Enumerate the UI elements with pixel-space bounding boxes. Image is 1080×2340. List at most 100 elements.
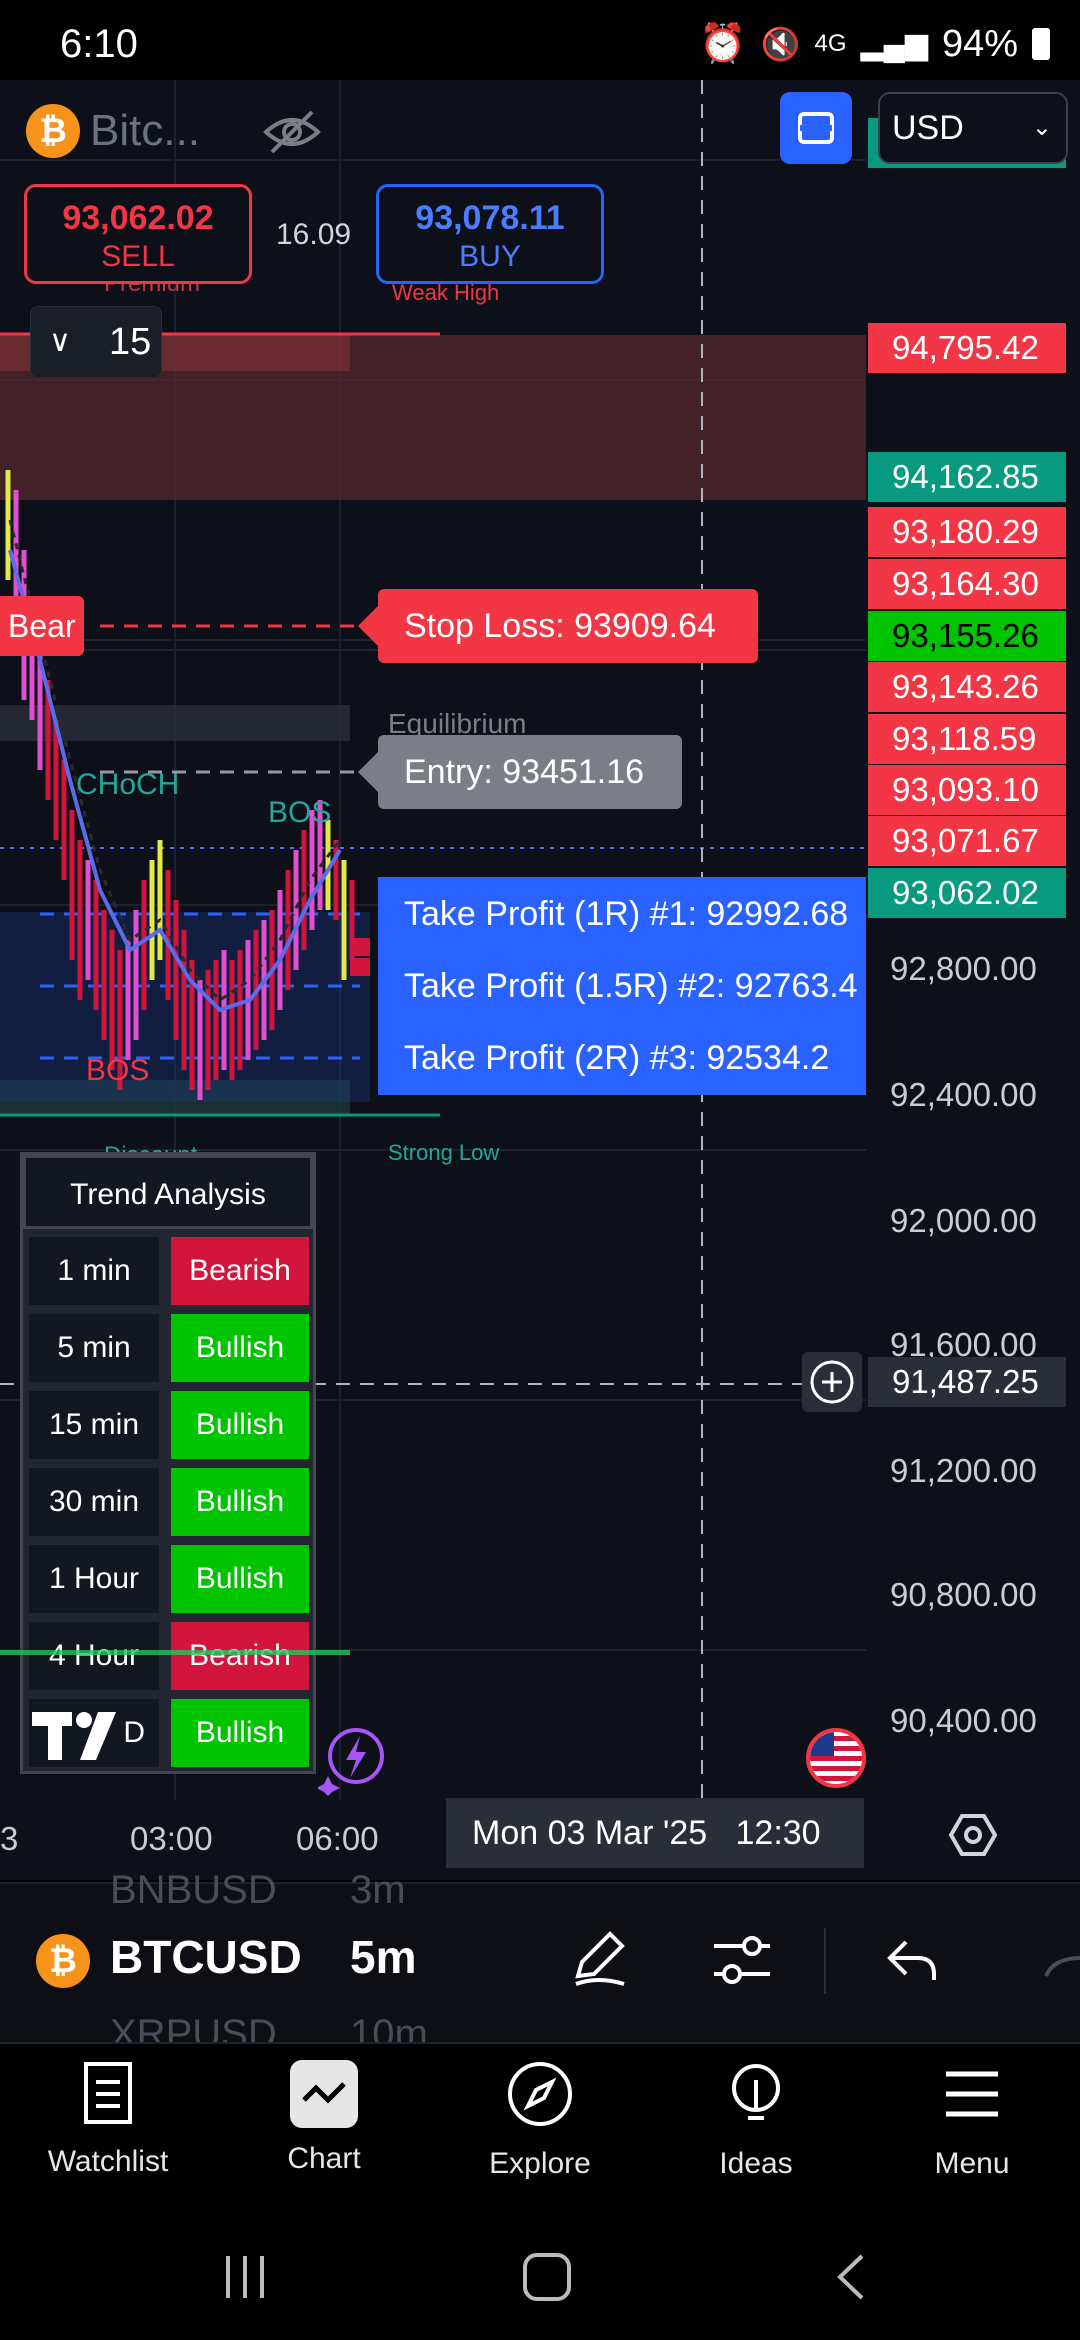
crosshair-time-label: Mon 03 Mar '25 12:30 xyxy=(446,1798,864,1868)
trend-status: Bullish xyxy=(171,1545,309,1613)
ma-line-overlay xyxy=(0,1650,350,1655)
symbol-title[interactable]: Bitc... xyxy=(90,106,200,156)
us-flag-icon[interactable] xyxy=(806,1728,866,1788)
trend-status: Bullish xyxy=(171,1699,309,1767)
price-tag: 94,795.42 xyxy=(868,323,1066,373)
trend-row: 4 Hour Bearish xyxy=(29,1622,309,1690)
bitcoin-coin-icon: ₿ xyxy=(36,1934,90,1988)
bos-top-label: BOS xyxy=(268,796,332,829)
crosshair-price-label: 91,487.25 xyxy=(868,1357,1066,1407)
chevron-down-icon: ∨ xyxy=(49,325,71,358)
redo-icon[interactable] xyxy=(1034,1948,1080,1993)
lightbulb-icon xyxy=(732,2064,780,2120)
trend-timeframe: 5 min xyxy=(29,1314,159,1382)
chart-icon xyxy=(290,2060,358,2128)
time-tick: 03:00 xyxy=(130,1820,213,1857)
trend-timeframe: 1 min xyxy=(29,1237,159,1305)
menu-icon xyxy=(946,2071,998,2117)
spread-value: 16.09 xyxy=(276,218,352,251)
currency-select[interactable]: USD ⌄ xyxy=(878,92,1068,164)
undo-icon[interactable] xyxy=(884,1936,940,1989)
entry-label[interactable]: Entry: 93451.16 xyxy=(358,735,682,809)
trend-timeframe: 1 Hour xyxy=(29,1545,159,1613)
sell-label: SELL xyxy=(101,240,175,273)
nav-label: Chart xyxy=(287,2142,361,2175)
price-level-92800: 92,800.00 xyxy=(890,950,1037,987)
price-level-90400: 90,400.00 xyxy=(890,1702,1037,1739)
trend-status: Bullish xyxy=(171,1391,309,1459)
network-type: 4G xyxy=(814,30,847,57)
buy-label: BUY xyxy=(459,240,521,273)
trend-timeframe: 15 min xyxy=(29,1391,159,1459)
time-tick: 3 xyxy=(0,1820,19,1857)
tradingview-logo-icon[interactable] xyxy=(32,1708,132,1769)
home-icon[interactable] xyxy=(520,2250,574,2309)
strong-low-label: Strong Low xyxy=(388,1140,500,1165)
price-tag: 93,143.26 xyxy=(868,662,1066,712)
nav-watchlist[interactable]: Watchlist xyxy=(18,2060,198,2179)
ai-lightning-icon[interactable] xyxy=(316,1726,388,1801)
trend-analysis-table: Trend Analysis 1 min Bearish 5 min Bulli… xyxy=(20,1152,316,1774)
trend-row: 30 min Bullish xyxy=(29,1468,309,1536)
symbol-selector[interactable]: BTCUSD xyxy=(110,1930,302,1984)
nav-explore[interactable]: Explore xyxy=(450,2060,630,2181)
price-level-91200: 91,200.00 xyxy=(890,1452,1037,1489)
settings-hexagon-icon[interactable] xyxy=(948,1810,998,1865)
choch-label: CHoCH xyxy=(76,768,180,801)
prev-symbol[interactable]: BNBUSD xyxy=(110,1868,277,1913)
price-tag: 94,162.85 xyxy=(868,452,1066,502)
nav-ideas[interactable]: Ideas xyxy=(666,2060,846,2181)
eye-hidden-icon[interactable] xyxy=(262,106,322,163)
take-profit-3-label[interactable]: Take Profit (2R) #3: 92534.2 xyxy=(378,1021,866,1095)
bear-signal-tag: Bear xyxy=(0,596,84,656)
trend-analysis-title: Trend Analysis xyxy=(23,1155,313,1229)
nav-label: Watchlist xyxy=(47,2145,169,2178)
indicator-sliders-icon[interactable] xyxy=(710,1930,774,1995)
trend-status: Bearish xyxy=(171,1237,309,1305)
sell-price: 93,062.02 xyxy=(62,199,214,237)
sell-button[interactable]: 93,062.02 SELL xyxy=(24,184,252,284)
price-tag: 93,118.59 xyxy=(868,714,1066,764)
price-level-90800: 90,800.00 xyxy=(890,1576,1037,1613)
mute-icon: 🔇 xyxy=(760,26,801,62)
nav-menu[interactable]: Menu xyxy=(882,2060,1062,2181)
buy-price: 93,078.11 xyxy=(415,199,565,237)
trend-status: Bullish xyxy=(171,1314,309,1382)
price-tag: 93,155.26 xyxy=(868,611,1066,661)
trend-timeframe: 4 Hour xyxy=(29,1622,159,1690)
trend-row: 1 Hour Bullish xyxy=(29,1545,309,1613)
price-level-92400: 92,400.00 xyxy=(890,1076,1037,1113)
buy-button[interactable]: 93,078.11 BUY xyxy=(376,184,604,284)
pencil-icon[interactable] xyxy=(568,1926,632,1995)
stop-loss-label[interactable]: Stop Loss: 93909.64 xyxy=(358,589,758,663)
take-profit-1-label[interactable]: Take Profit (1R) #1: 92992.68 xyxy=(378,877,866,951)
currency-value: USD xyxy=(892,109,964,147)
divider xyxy=(824,1928,826,1994)
status-bar: 6:10 ⏰ 🔇 4G ▂▄▆ 94% xyxy=(0,0,1080,80)
battery-level: 94% xyxy=(941,22,1018,65)
collapse-toolbar-button[interactable]: ∨ 15 xyxy=(30,306,162,378)
timeframe-selector[interactable]: 5m xyxy=(350,1930,416,1984)
back-icon[interactable] xyxy=(826,2250,880,2309)
price-tag: 93,180.29 xyxy=(868,507,1066,557)
interval-count: 15 xyxy=(109,321,152,363)
signal-icon: ▂▄▆ xyxy=(860,27,928,61)
nav-chart[interactable]: Chart xyxy=(234,2060,414,2176)
price-tag: 93,071.67 xyxy=(868,816,1066,866)
compass-icon xyxy=(508,2062,572,2126)
trend-status: Bearish xyxy=(171,1622,309,1690)
take-profit-2-label[interactable]: Take Profit (1.5R) #2: 92763.4 xyxy=(378,949,866,1023)
price-level-92000: 92,000.00 xyxy=(890,1202,1037,1239)
battery-icon xyxy=(1032,28,1050,60)
add-alert-plus-icon[interactable] xyxy=(802,1352,862,1412)
trend-row: 15 min Bullish xyxy=(29,1391,309,1459)
fullscreen-button[interactable] xyxy=(780,92,852,164)
chevron-down-icon: ⌄ xyxy=(1031,114,1052,141)
time-tick: 06:00 xyxy=(296,1820,379,1857)
status-time: 6:10 xyxy=(60,22,138,66)
bitcoin-coin-icon: ₿ xyxy=(26,104,80,158)
recent-apps-icon[interactable] xyxy=(218,2250,272,2309)
trend-timeframe: 30 min xyxy=(29,1468,159,1536)
prev-timeframe[interactable]: 3m xyxy=(350,1868,406,1913)
trend-row: 1 min Bearish xyxy=(29,1237,309,1305)
